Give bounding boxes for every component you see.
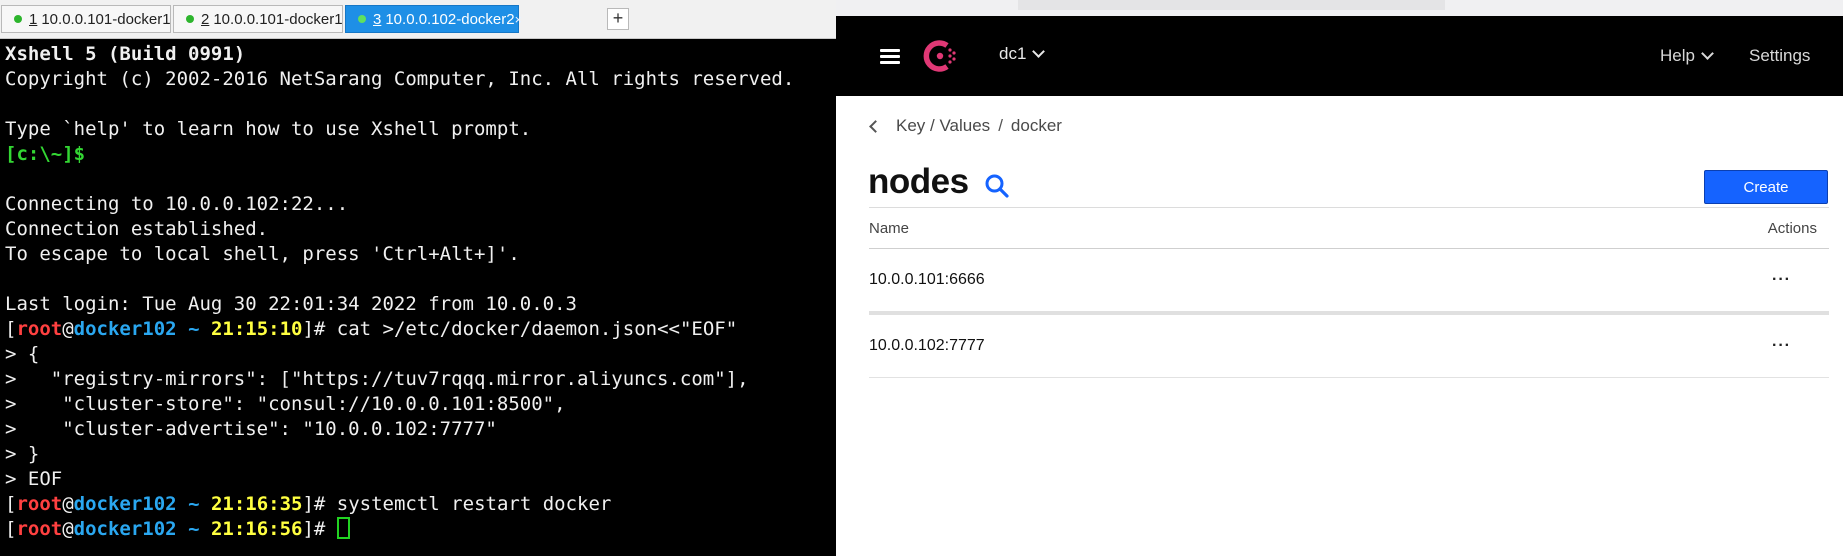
help-menu[interactable]: Help [1660, 46, 1714, 66]
prompt-bracket: [ [5, 518, 17, 540]
prompt-host: docker102 [73, 493, 177, 515]
heredoc-line: > { [5, 343, 40, 365]
heredoc-line: > "cluster-advertise": "10.0.0.102:7777" [5, 418, 497, 440]
prompt-dir: ~ [176, 318, 211, 340]
prompt-host: docker102 [73, 518, 177, 540]
terminal-line: To escape to local shell, press 'Ctrl+Al… [5, 243, 520, 265]
more-actions-icon[interactable]: ··· [1772, 337, 1791, 355]
table-row[interactable]: 10.0.0.101:6666 ··· [869, 249, 1829, 315]
prompt-time: 21:16:35 [210, 493, 303, 515]
prompt-user: root [16, 518, 63, 540]
prompt-dir: ~ [176, 493, 211, 515]
breadcrumb-folder[interactable]: docker [1011, 116, 1062, 136]
terminal-prompt-line: [root@docker102 ~ 21:16:35]# systemctl r… [5, 492, 836, 517]
prompt-time: 21:16:56 [210, 518, 303, 540]
prompt-dir: ~ [176, 518, 211, 540]
tab-number: 2 [201, 10, 210, 28]
chevron-left-icon[interactable] [869, 119, 882, 133]
datacenter-selector[interactable]: dc1 [999, 44, 1046, 64]
connection-status-icon [14, 15, 22, 23]
terminal-cursor[interactable] [336, 517, 350, 539]
prompt-user: root [16, 318, 63, 340]
chevron-down-icon [1032, 44, 1046, 58]
prompt-user: root [16, 493, 63, 515]
prompt-host: docker102 [73, 318, 177, 340]
tab-label: 10.0.0.101-docker1 [41, 10, 171, 28]
xshell-tab-1[interactable]: 1 10.0.0.101-docker1 [1, 5, 171, 33]
consul-ui: dc1 Help Settings Key / Values / docker … [836, 0, 1843, 556]
prompt-at: @ [62, 318, 74, 340]
terminal-command: cat >/etc/docker/daemon.json<<"EOF" [336, 318, 738, 340]
terminal-command: systemctl restart docker [336, 493, 612, 515]
breadcrumb-kv[interactable]: Key / Values [896, 116, 990, 136]
xshell-tab-bar: 1 10.0.0.101-docker1 2 10.0.0.101-docker… [0, 0, 836, 39]
prompt-bracket: ]# [302, 318, 337, 340]
tab-label: 10.0.0.102-docker2 [385, 10, 515, 28]
terminal-prompt-line: [root@docker102 ~ 21:16:56]# [5, 517, 836, 542]
breadcrumb: Key / Values / docker [869, 116, 1062, 136]
heredoc-line: > EOF [5, 468, 63, 490]
heredoc-line: > "cluster-store": "consul://10.0.0.101:… [5, 393, 566, 415]
terminal-local-prompt: [c:\~]$ [5, 143, 86, 165]
terminal-line: Copyright (c) 2002-2016 NetSarang Comput… [5, 68, 795, 90]
connection-status-icon [186, 15, 194, 23]
terminal-output[interactable]: Xshell 5 (Build 0991) Copyright (c) 2002… [0, 42, 836, 556]
consul-header: dc1 Help Settings [836, 16, 1843, 96]
terminal-line: Last login: Tue Aug 30 22:01:34 2022 fro… [5, 293, 577, 315]
prompt-bracket: ]# [302, 518, 337, 540]
create-button[interactable]: Create [1704, 170, 1828, 204]
prompt-time: 21:15:10 [210, 318, 303, 340]
column-actions: Actions [1767, 219, 1817, 237]
heredoc-line: > } [5, 443, 40, 465]
terminal-line: Connection established. [5, 218, 269, 240]
new-tab-button[interactable]: + [607, 8, 629, 30]
help-label: Help [1660, 46, 1695, 65]
browser-toolbar [836, 0, 1843, 16]
xshell-tab-3[interactable]: 3 10.0.0.102-docker2 × [345, 5, 522, 33]
page-title: nodes [868, 162, 969, 201]
chevron-down-icon [1701, 46, 1714, 60]
terminal-line: Type `help' to learn how to use Xshell p… [5, 118, 532, 140]
column-name: Name [869, 219, 910, 237]
table-row[interactable]: 10.0.0.102:7777 ··· [869, 315, 1829, 378]
tab-number: 3 [373, 10, 382, 28]
consul-logo-icon[interactable] [920, 36, 960, 76]
settings-link[interactable]: Settings [1749, 46, 1810, 66]
datacenter-label: dc1 [999, 44, 1027, 63]
terminal-prompt-line: [root@docker102 ~ 21:15:10]# cat >/etc/d… [5, 317, 836, 342]
kv-key-name[interactable]: 10.0.0.101:6666 [869, 271, 985, 289]
xshell-tab-2[interactable]: 2 10.0.0.101-docker1 [173, 5, 343, 33]
tab-close-icon[interactable]: × [515, 12, 523, 27]
kv-key-name[interactable]: 10.0.0.102:7777 [869, 337, 985, 355]
terminal-line: Xshell 5 (Build 0991) [5, 43, 246, 65]
terminal-line: Connecting to 10.0.0.102:22... [5, 193, 349, 215]
kv-table: Name Actions 10.0.0.101:6666 ··· 10.0.0.… [869, 207, 1829, 378]
prompt-at: @ [62, 493, 74, 515]
tab-label: 10.0.0.101-docker1 [213, 10, 343, 28]
menu-icon[interactable] [880, 49, 900, 64]
prompt-bracket: ]# [302, 493, 337, 515]
table-header: Name Actions [869, 207, 1829, 249]
connection-status-icon [358, 15, 366, 23]
address-bar[interactable] [1018, 0, 1445, 10]
breadcrumb-separator: / [998, 116, 1003, 135]
tab-number: 1 [29, 10, 38, 28]
more-actions-icon[interactable]: ··· [1772, 271, 1791, 289]
prompt-bracket: [ [5, 318, 17, 340]
prompt-bracket: [ [5, 493, 17, 515]
search-icon[interactable] [984, 173, 1010, 199]
heredoc-line: > "registry-mirrors": ["https://tuv7rqqq… [5, 368, 749, 390]
prompt-at: @ [62, 518, 74, 540]
xshell-window: 1 10.0.0.101-docker1 2 10.0.0.101-docker… [0, 0, 836, 556]
